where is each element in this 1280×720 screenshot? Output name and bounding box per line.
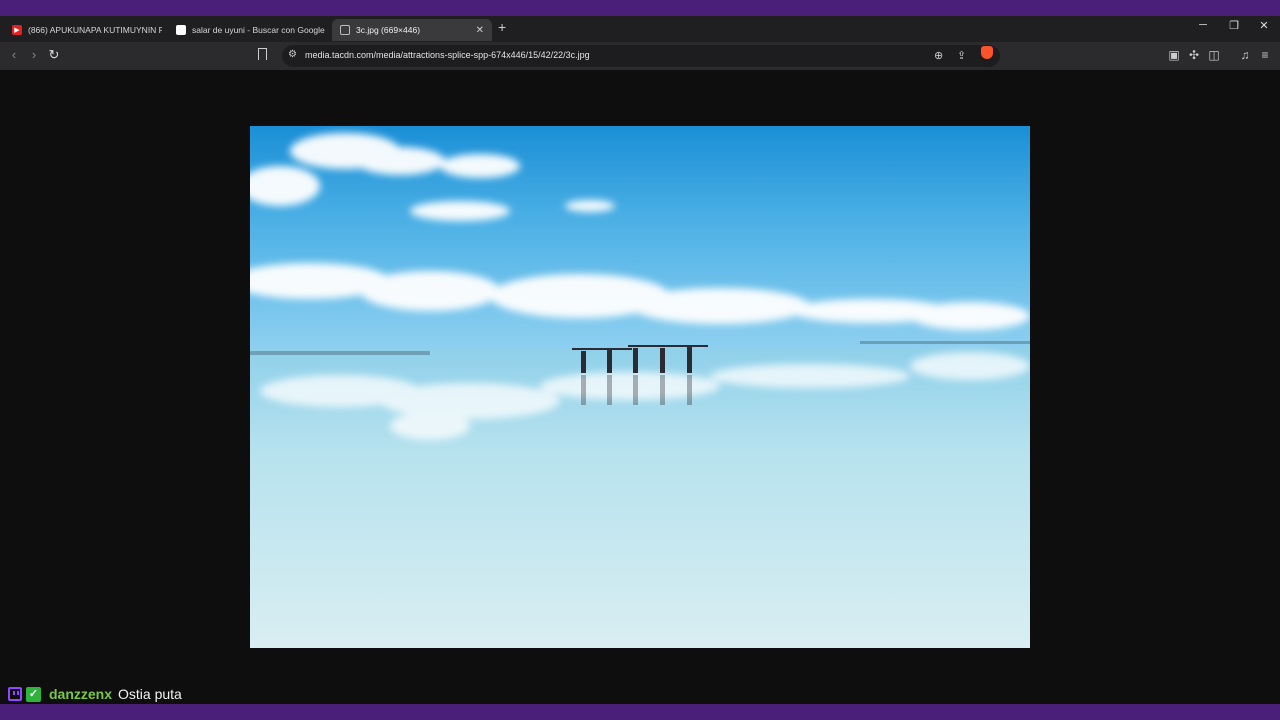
close-window-icon[interactable]: ✕ [1254,19,1274,32]
tab-image-active[interactable]: 3c.jpg (669×446) ✕ [332,19,492,41]
site-settings-icon[interactable]: ⚙ [288,49,297,60]
close-tab-icon[interactable]: ✕ [468,25,484,36]
globe-icon [340,25,350,35]
salt-flat-photo [250,126,1030,648]
tab-google-search[interactable]: G salar de uyuni - Buscar con Google [168,19,328,41]
page-content [0,70,1280,704]
google-icon: G [176,25,186,35]
brave-shields-icon[interactable] [981,46,993,59]
menu-icon[interactable]: ≡ [1257,48,1273,62]
wallet-icon[interactable]: ▣ [1166,48,1182,62]
tab-title: salar de uyuni - Buscar con Google [192,25,325,35]
extensions-icon[interactable]: ✣ [1186,48,1202,62]
youtube-icon: ▶ [12,25,22,35]
minimize-icon[interactable]: ─ [1193,19,1213,31]
url-text: media.tacdn.com/media/attractions-splice… [305,50,590,60]
address-bar[interactable]: ⚙ media.tacdn.com/media/attractions-spli… [282,45,1000,67]
reload-icon[interactable]: ↻ [46,47,62,63]
media-icon[interactable]: ♫ [1237,48,1253,62]
tab-strip: ▶ (866) APUKUNAPA KUTIMUYNIN PV: G salar… [0,16,1280,42]
tab-title: (866) APUKUNAPA KUTIMUYNIN PV: [28,25,162,35]
share-icon[interactable]: ⇪ [957,49,966,62]
chat-username: danzzenx [49,686,113,702]
tab-title: 3c.jpg (669×446) [356,25,421,35]
back-icon[interactable]: ‹ [6,47,22,62]
zoom-icon[interactable]: ⊕ [934,49,943,62]
bookmark-icon[interactable] [258,48,267,60]
stream-frame-top [0,0,1280,16]
twitch-icon [8,687,22,701]
tab-youtube[interactable]: ▶ (866) APUKUNAPA KUTIMUYNIN PV: [4,19,162,41]
sword-badge-icon: ✓ [26,686,41,702]
stream-frame-bottom [0,704,1280,720]
restore-icon[interactable]: ❐ [1224,19,1244,32]
stream-chat-message: ✓ danzzenx Ostia puta [8,685,182,703]
photo-canvas [250,126,1030,648]
browser-toolbar: ‹ › ↻ ⚙ media.tacdn.com/media/attraction… [0,42,1280,70]
chat-message-text: Ostia puta [118,686,182,702]
new-tab-button[interactable]: + [498,19,506,35]
sidebar-icon[interactable]: ◫ [1206,48,1222,62]
forward-icon[interactable]: › [26,47,42,62]
